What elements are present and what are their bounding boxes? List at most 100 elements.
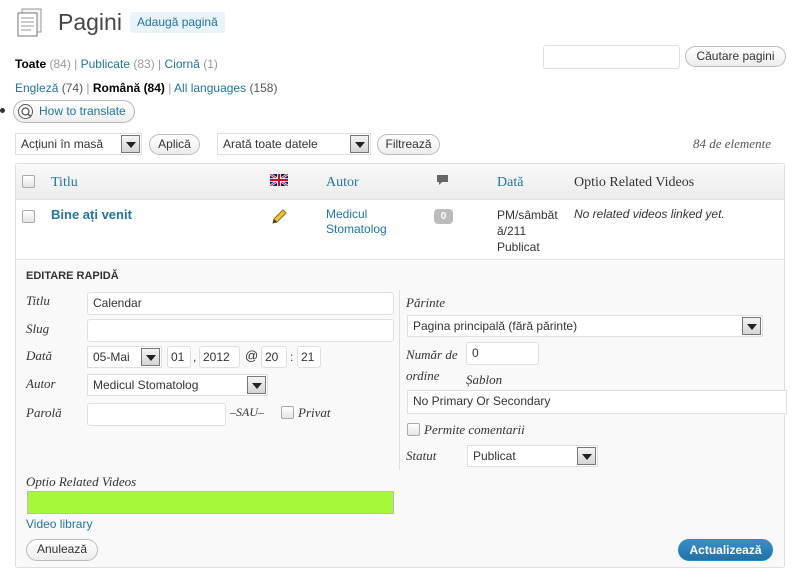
chevron-down-icon (350, 135, 369, 153)
date-line-2: ă/211 (497, 224, 527, 238)
date-comma: , (193, 350, 197, 364)
filter-published-count: (83) (133, 57, 155, 71)
author-line-2: Stomatolog (326, 222, 387, 236)
title-label: Titlu (26, 293, 50, 308)
date-label: Dată (26, 348, 52, 363)
update-button[interactable]: Actualizează (678, 539, 773, 561)
order-label-line-2: ordine (406, 368, 440, 383)
or-label: –SAU– (230, 405, 264, 419)
comment-count: 0 (440, 211, 447, 222)
private-checkbox[interactable] (281, 406, 294, 419)
search-pages-button[interactable]: Căutare pagini (685, 46, 786, 67)
template-label: Șablon (466, 372, 503, 387)
chevron-down-icon (742, 317, 761, 335)
author-label: Autor (26, 376, 56, 391)
row-author-link[interactable]: Medicul Stomatolog (326, 207, 387, 237)
column-related-videos: Optio Related Videos (574, 175, 695, 190)
related-videos-field[interactable] (27, 491, 394, 514)
status-filters: Toate (84) | Publicate (83) | Ciornă (1) (15, 57, 218, 71)
edit-pencil-icon[interactable] (270, 208, 288, 226)
order-input[interactable]: 0 (466, 342, 539, 365)
year-input[interactable]: 2012 (199, 346, 240, 368)
filter-all-count: (84) (49, 57, 71, 71)
row-checkbox[interactable] (22, 210, 35, 223)
author-value: Medicul Stomatolog (93, 378, 199, 392)
page-title: Pagini (58, 9, 122, 35)
date-line-1: PM/sâmbăt (497, 208, 558, 222)
quick-edit-divider (399, 290, 400, 470)
comment-header-icon (436, 174, 450, 186)
select-all-checkbox[interactable] (22, 175, 35, 188)
title-input[interactable]: Calendar (87, 292, 394, 315)
date-status: Publicat (497, 240, 540, 254)
lang-english[interactable]: Engleză (15, 81, 58, 95)
column-date[interactable]: Dată (497, 175, 523, 191)
filter-published[interactable]: Publicate (81, 57, 130, 71)
password-label: Parolă (26, 405, 62, 420)
separator: | (168, 81, 172, 95)
help-icon (18, 104, 33, 119)
how-to-translate-button[interactable]: How to translate (13, 100, 135, 123)
password-input[interactable] (87, 403, 226, 426)
lang-romanian[interactable]: Română (93, 81, 140, 95)
dates-value: Arată toate datele (223, 137, 318, 151)
time-colon: : (290, 350, 294, 364)
filter-draft[interactable]: Ciornă (165, 57, 200, 71)
pages-icon (15, 8, 45, 38)
filter-button[interactable]: Filtrează (377, 134, 440, 155)
uk-flag-icon (269, 173, 289, 187)
minute-input[interactable]: 21 (297, 346, 321, 368)
row-date: PM/sâmbăt ă/211 Publicat (497, 207, 558, 255)
filter-all[interactable]: Toate (15, 57, 46, 71)
search-input[interactable] (543, 45, 680, 69)
column-author[interactable]: Autor (326, 175, 359, 191)
status-select[interactable]: Publicat (467, 445, 598, 467)
chevron-down-icon (121, 135, 140, 153)
translate-bullet-icon (0, 108, 5, 113)
chevron-down-icon (577, 447, 596, 465)
separator: | (74, 57, 78, 71)
status-value: Publicat (473, 449, 516, 463)
lang-all-count: (158) (249, 81, 278, 95)
day-input[interactable]: 01 (167, 346, 191, 368)
parent-label: Părinte (406, 295, 445, 310)
hour-input[interactable]: 20 (261, 346, 287, 368)
slug-label: Slug (26, 321, 50, 336)
add-page-button[interactable]: Adaugă pagină (130, 12, 225, 33)
month-select[interactable]: 05-Mai (87, 346, 162, 368)
video-library-link[interactable]: Video library (26, 517, 92, 531)
month-value: 05-Mai (93, 350, 130, 364)
row-related-videos: No related videos linked yet. (574, 207, 725, 221)
template-value: No Primary Or Secondary (413, 394, 551, 408)
how-to-translate-label: How to translate (39, 104, 126, 118)
allow-comments-checkbox[interactable] (407, 423, 420, 436)
slug-input[interactable] (87, 319, 394, 342)
date-at: @ (245, 348, 259, 363)
author-select[interactable]: Medicul Stomatolog (87, 374, 268, 396)
lang-all[interactable]: All languages (174, 81, 246, 95)
quick-edit-heading: EDITARE RAPIDĂ (26, 270, 119, 282)
cancel-button[interactable]: Anulează (26, 539, 98, 561)
apply-button[interactable]: Aplică (149, 134, 200, 155)
private-label: Privat (298, 405, 331, 420)
bulk-actions-select[interactable]: Acțiuni în masă (15, 133, 142, 155)
allow-comments-label: Permite comentarii (424, 422, 525, 437)
separator: | (86, 81, 90, 95)
order-label: Număr de ordine (406, 344, 458, 386)
parent-select[interactable]: Pagina principală (fără părinte) (407, 315, 763, 337)
filter-draft-count: (1) (203, 57, 218, 71)
related-videos-label: Optio Related Videos (26, 474, 137, 489)
lang-romanian-count: (84) (143, 81, 165, 95)
author-line-1: Medicul (326, 207, 368, 221)
chevron-down-icon (247, 376, 266, 394)
parent-value: Pagina principală (fără părinte) (413, 319, 578, 333)
column-title[interactable]: Titlu (51, 175, 78, 191)
template-select[interactable]: No Primary Or Secondary (407, 390, 787, 414)
dates-select[interactable]: Arată toate datele (217, 133, 371, 155)
bulk-actions-value: Acțiuni în masă (21, 137, 104, 151)
order-label-line-1: Număr de (406, 347, 458, 362)
items-count: 84 de elemente (693, 136, 771, 151)
row-title-link[interactable]: Bine ați venit (51, 207, 132, 222)
lang-english-count: (74) (61, 81, 84, 95)
comment-count-bubble[interactable]: 0 (434, 209, 453, 224)
